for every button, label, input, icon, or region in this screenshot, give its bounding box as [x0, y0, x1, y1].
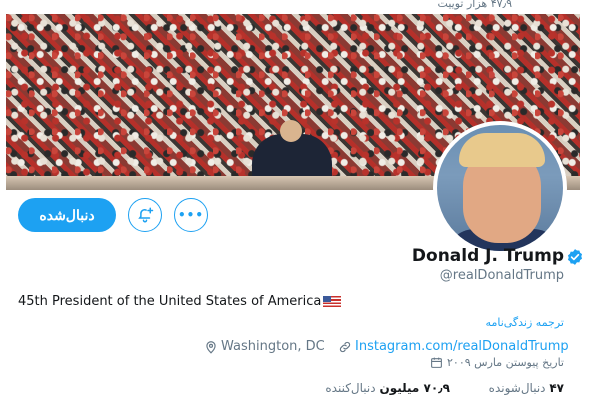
bell-plus-icon — [138, 207, 154, 223]
following-button[interactable]: دنبال‌شده — [18, 198, 116, 232]
profile-location: Washington, DC — [204, 339, 325, 354]
profile-name: Donald J. Trump — [411, 246, 564, 266]
profile-bio: 45th President of the United States of A… — [18, 294, 342, 309]
avatar-hair — [459, 133, 545, 167]
join-date: تاریخ پیوستن مارس ۲۰۰۹ — [430, 356, 564, 369]
profile-handle: @realDonaldTrump — [439, 268, 564, 283]
avatar[interactable] — [433, 121, 567, 255]
location-text: Washington, DC — [221, 339, 325, 354]
translate-bio-link[interactable]: ترجمه زندگی‌نامه — [486, 316, 564, 329]
profile-website-link[interactable]: Instagram.com/realDonaldTrump — [338, 339, 569, 354]
us-flag-icon — [323, 296, 342, 307]
link-icon — [339, 341, 351, 352]
followers-label: دنبال‌کننده — [325, 381, 376, 395]
verified-badge-icon — [567, 249, 583, 265]
website-text[interactable]: Instagram.com/realDonaldTrump — [355, 339, 569, 354]
top-bar: ۴۷٫۹ هزار توییت — [0, 0, 600, 14]
calendar-icon — [431, 357, 442, 368]
bio-text: 45th President of the United States of A… — [18, 294, 322, 309]
following-count-link[interactable]: ۴۷ دنبال‌شونده — [489, 381, 564, 395]
following-count: ۴۷ — [549, 381, 564, 395]
tweet-count: ۴۷٫۹ هزار توییت — [437, 0, 512, 10]
location-pin-icon — [206, 340, 216, 354]
more-options-button[interactable]: ••• — [174, 198, 208, 232]
followers-count: ۷۰٫۹ میلیون — [379, 381, 450, 395]
followers-count-link[interactable]: ۷۰٫۹ میلیون دنبال‌کننده — [325, 381, 450, 395]
join-date-text: تاریخ پیوستن مارس ۲۰۰۹ — [447, 356, 564, 369]
notifications-button[interactable] — [128, 198, 162, 232]
following-label: دنبال‌شونده — [488, 381, 546, 395]
